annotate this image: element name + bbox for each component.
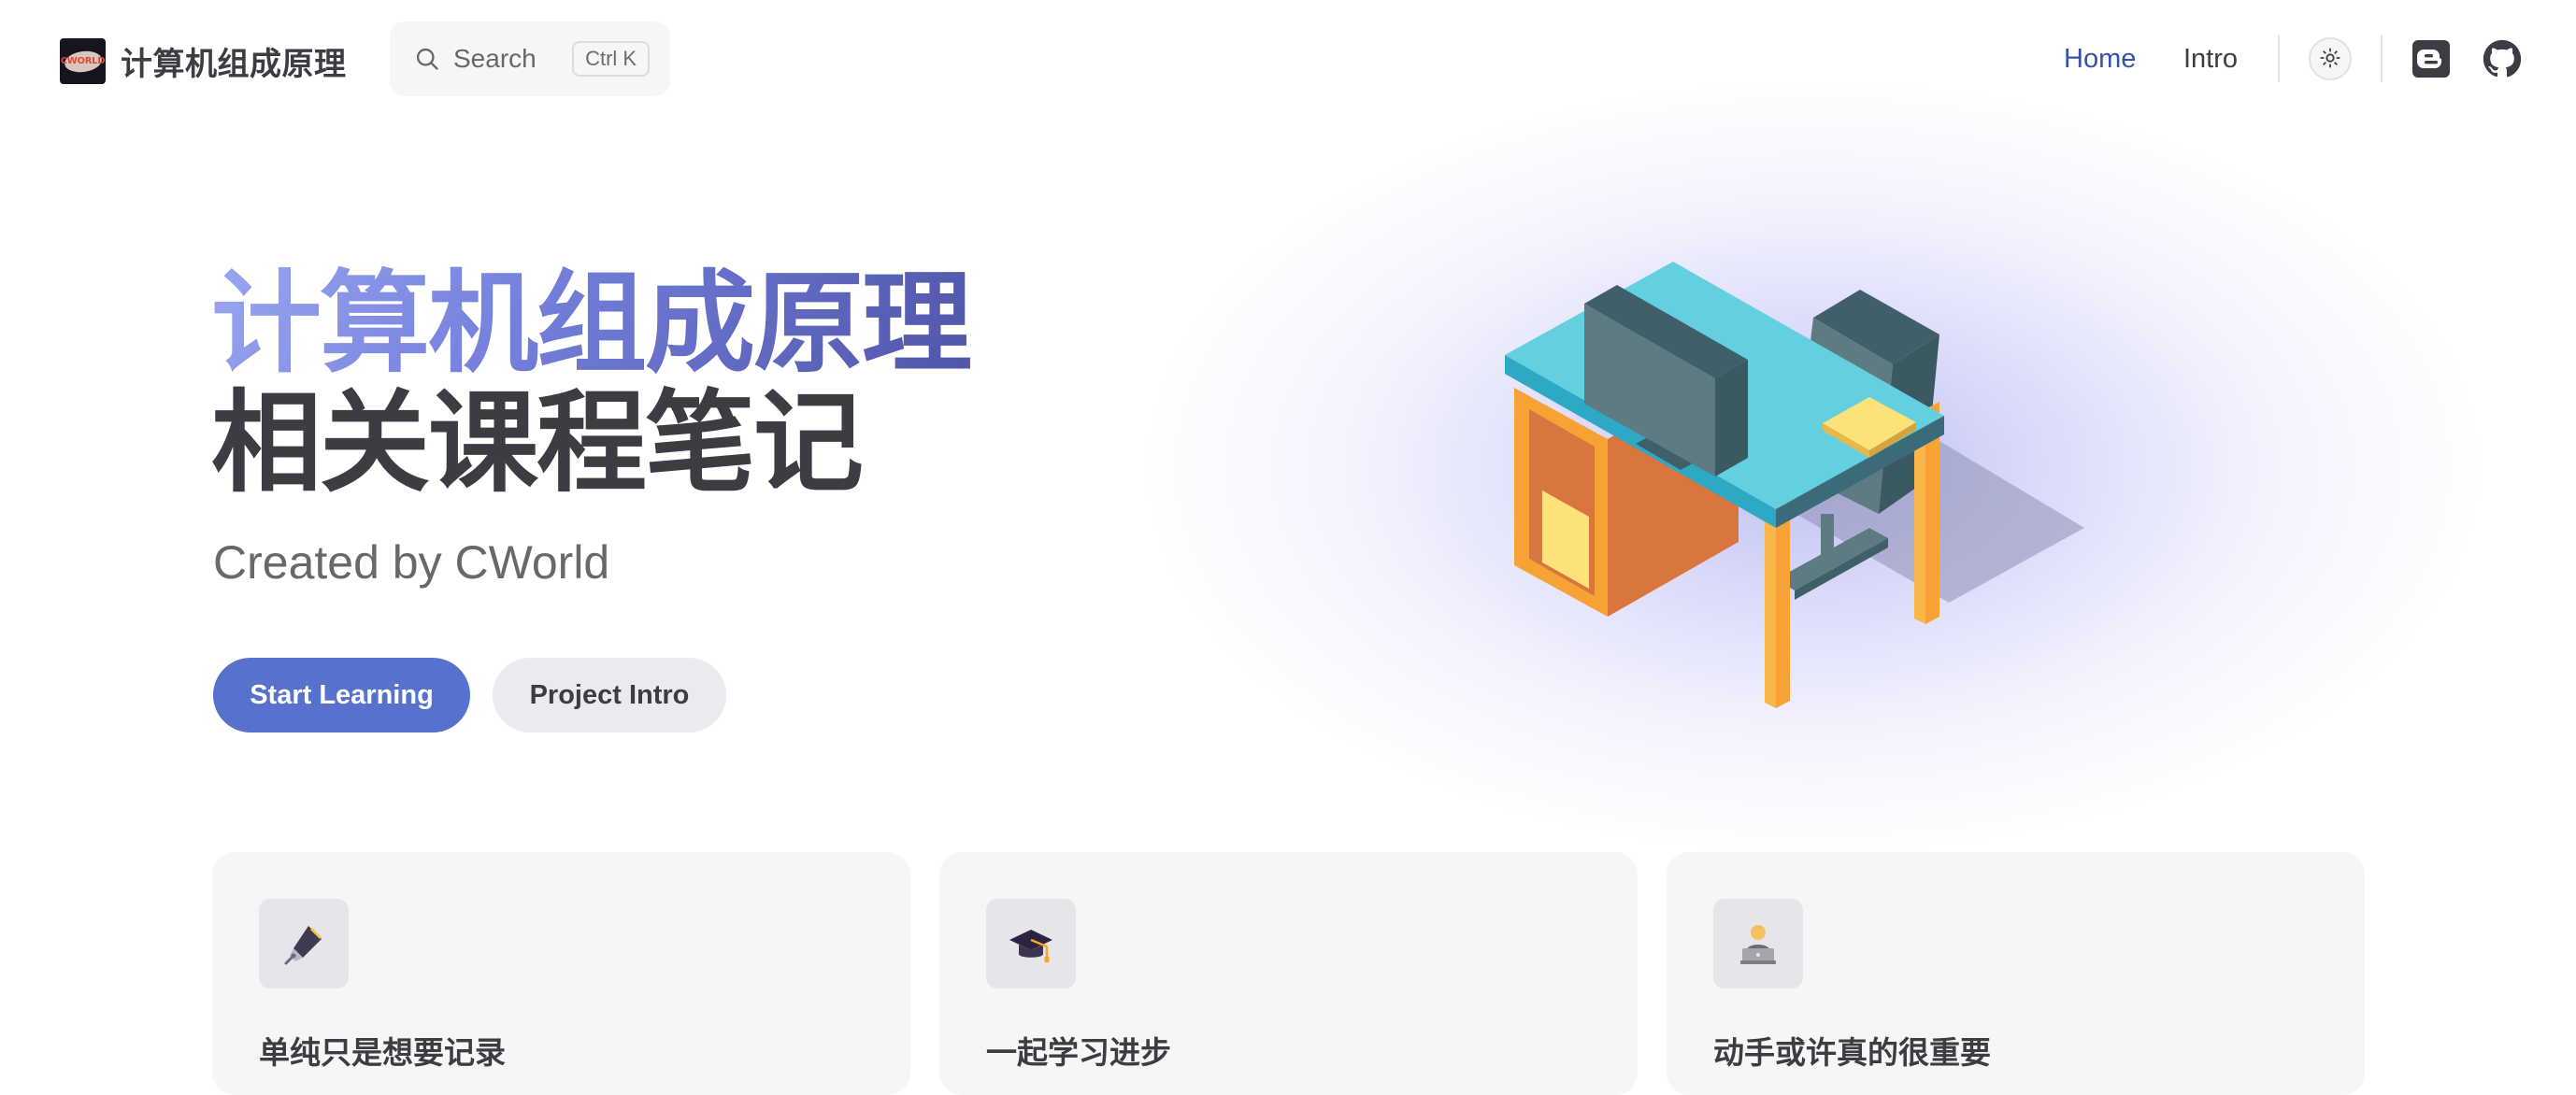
github-icon[interactable] (2483, 39, 2522, 78)
nav-link-home[interactable]: Home (2064, 28, 2136, 90)
fountain-pen-icon (259, 899, 349, 988)
isometric-desk-illustration (1467, 206, 2103, 729)
graduation-cap-icon (986, 899, 1076, 988)
technologist-icon (1713, 899, 1803, 988)
nav-divider (2381, 36, 2383, 82)
project-intro-button[interactable]: Project Intro (493, 658, 726, 732)
site-logo: CWORLD (60, 37, 106, 84)
hero-tagline: Created by CWorld (213, 536, 610, 589)
search-icon (412, 44, 442, 74)
nav-divider (2278, 36, 2280, 82)
search-shortcut-hint: Ctrl K (572, 41, 650, 77)
start-learning-button[interactable]: Start Learning (213, 658, 470, 732)
feature-card[interactable]: 单纯只是想要记录 (212, 852, 910, 1095)
search-button[interactable]: Search Ctrl K (390, 21, 670, 96)
hero-title: 计算机组成原理 (211, 259, 972, 388)
sun-icon (2320, 47, 2340, 71)
shortcut-ctrl: Ctrl (585, 47, 618, 70)
site-brand-link[interactable]: CWORLD 计算机组成原理 (60, 37, 347, 84)
feature-card[interactable]: 一起学习进步 (939, 852, 1638, 1095)
feature-title: 一起学习进步 (986, 1034, 1171, 1071)
site-logo-text: CWORLD (60, 55, 106, 66)
blogger-icon[interactable] (2412, 40, 2450, 78)
navbar: CWORLD 计算机组成原理 Search Ctrl K Home Intro (0, 0, 2576, 120)
search-label: Search (453, 44, 537, 73)
nav-link-intro[interactable]: Intro (2183, 28, 2238, 90)
hero-subtitle: 相关课程笔记 (211, 378, 864, 507)
theme-toggle-button[interactable] (2309, 37, 2352, 80)
shortcut-key: K (623, 47, 637, 70)
feature-title: 动手或许真的很重要 (1713, 1034, 1991, 1071)
feature-title: 单纯只是想要记录 (259, 1034, 506, 1071)
site-title: 计算机组成原理 (121, 45, 347, 83)
feature-card[interactable]: 动手或许真的很重要 (1667, 852, 2365, 1095)
